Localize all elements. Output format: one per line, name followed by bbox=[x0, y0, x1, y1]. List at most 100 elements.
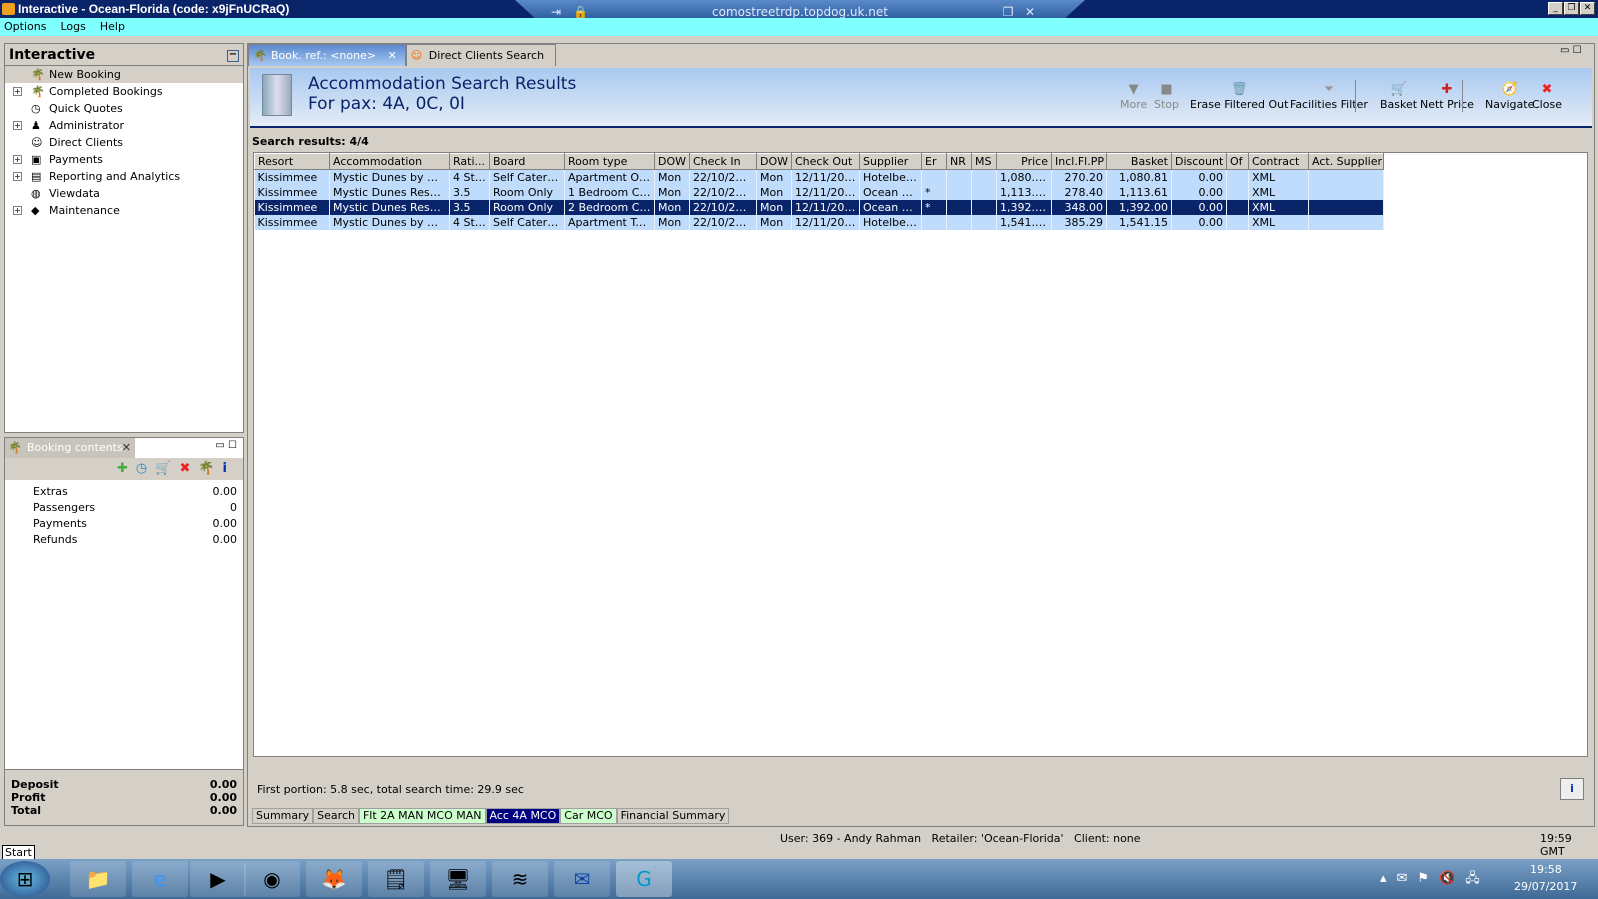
column-header[interactable]: DOW bbox=[756, 153, 792, 170]
expand-icon[interactable]: + bbox=[13, 87, 22, 96]
minimize-button[interactable]: _ bbox=[1548, 2, 1563, 15]
tab-summary[interactable]: Summary bbox=[252, 808, 314, 824]
nav-title: Interactive − bbox=[5, 44, 243, 66]
tray-icons[interactable]: ▴✉⚑🔇🖧 bbox=[1380, 869, 1490, 891]
media-player-icon[interactable]: ▶ bbox=[190, 861, 246, 897]
clock-icon[interactable]: ◷ bbox=[136, 461, 155, 476]
remote-desktop-icon[interactable]: 🖥 bbox=[430, 861, 486, 897]
palm-tree-icon[interactable]: 🌴 bbox=[198, 461, 222, 476]
table-cell: 1,113.61 bbox=[996, 184, 1052, 200]
tab-acc-4a-mco[interactable]: Acc 4A MCO bbox=[485, 808, 561, 824]
tab-flt-2a-man-mco-man[interactable]: Flt 2A MAN MCO MAN bbox=[358, 808, 486, 824]
menu-logs[interactable]: Logs bbox=[60, 18, 85, 36]
table-cell bbox=[971, 184, 997, 200]
nav-item[interactable]: + ▤ Reporting and Analytics bbox=[5, 168, 243, 185]
column-header[interactable]: Price bbox=[996, 153, 1052, 170]
stop-button[interactable]: ■ Stop bbox=[1154, 82, 1179, 111]
expand-icon[interactable]: + bbox=[13, 155, 22, 164]
tray-date[interactable]: 29/07/2017 bbox=[1514, 880, 1577, 893]
table-cell bbox=[971, 214, 997, 230]
sticky-notes-icon[interactable]: 🗒 bbox=[368, 861, 424, 897]
column-header[interactable]: Check Out bbox=[791, 153, 860, 170]
explorer-icon[interactable]: 📁 bbox=[70, 861, 126, 897]
booking-contents-tab[interactable]: 🌴 Booking contents ✕ bbox=[5, 438, 135, 458]
column-header[interactable]: Resort bbox=[254, 153, 330, 170]
basket-transfer-icon[interactable]: 🛒 bbox=[155, 461, 179, 476]
tab-search[interactable]: Search bbox=[313, 808, 359, 824]
column-header[interactable]: Rati... bbox=[449, 153, 490, 170]
close-window-button[interactable]: ✕ bbox=[1580, 2, 1595, 15]
nett-price-button[interactable]: ✚ Nett Price bbox=[1420, 82, 1474, 111]
navigate-button[interactable]: 🧭 Navigate bbox=[1485, 82, 1534, 111]
info-icon[interactable]: i bbox=[223, 461, 235, 476]
column-header[interactable]: Act. Supplier bbox=[1308, 153, 1384, 170]
menu-options[interactable]: Options bbox=[4, 18, 46, 36]
table-cell bbox=[1226, 214, 1249, 230]
nav-item[interactable]: + ▣ Payments bbox=[5, 151, 243, 168]
table-cell: 12/11/2018 bbox=[791, 184, 860, 200]
column-header[interactable]: NR bbox=[946, 153, 972, 170]
table-cell: Kissimmee bbox=[254, 184, 330, 200]
add-icon[interactable]: ✚ bbox=[117, 461, 136, 476]
column-header[interactable]: Check In bbox=[689, 153, 757, 170]
nav-item[interactable]: ◍ Viewdata bbox=[5, 185, 243, 202]
nav-item[interactable]: + ◆ Maintenance bbox=[5, 202, 243, 219]
column-header[interactable]: Er bbox=[921, 153, 947, 170]
table-row[interactable]: Kissimmee Mystic Dunes by Dia... 4 Stars Se… bbox=[254, 169, 1384, 185]
close-tab-icon[interactable]: ✕ bbox=[122, 438, 131, 458]
column-header[interactable]: Contract bbox=[1248, 153, 1309, 170]
outlook-icon[interactable]: ✉ bbox=[554, 861, 610, 897]
column-header[interactable]: DOW bbox=[654, 153, 690, 170]
chrome-icon[interactable]: ◉ bbox=[244, 861, 300, 897]
start-label[interactable]: Start bbox=[2, 845, 35, 860]
nav-item[interactable]: 🌴 New Booking bbox=[5, 66, 243, 83]
ie-icon[interactable]: e bbox=[132, 861, 188, 897]
panel-min-max[interactable]: ▭ ☐ bbox=[215, 440, 237, 451]
delete-icon[interactable]: ✖ bbox=[179, 461, 198, 476]
column-header[interactable]: Board bbox=[489, 153, 565, 170]
column-header[interactable]: Accommodation bbox=[329, 153, 450, 170]
expand-icon[interactable]: + bbox=[13, 121, 22, 130]
editor-min-max[interactable]: ▭ ☐ bbox=[1560, 45, 1582, 56]
table-row[interactable]: Kissimmee Mystic Dunes Resort ... 3.5 Room … bbox=[254, 199, 1384, 215]
expand-icon[interactable]: + bbox=[13, 206, 22, 215]
nav-item[interactable]: ◷ Quick Quotes bbox=[5, 100, 243, 117]
table-cell: Self Catering bbox=[489, 169, 565, 185]
close-button[interactable]: ✖ Close bbox=[1532, 82, 1562, 111]
column-header[interactable]: Incl.Fl.PP bbox=[1051, 153, 1107, 170]
column-header[interactable]: MS bbox=[971, 153, 997, 170]
expand-icon[interactable]: + bbox=[13, 172, 22, 181]
table-cell bbox=[1226, 199, 1249, 215]
menu-help[interactable]: Help bbox=[100, 18, 125, 36]
table-cell: Mon bbox=[654, 199, 690, 215]
tab-financial-summary[interactable]: Financial Summary bbox=[616, 808, 730, 824]
table-row[interactable]: Kissimmee Mystic Dunes Resort ... 3.5 Room … bbox=[254, 184, 1384, 200]
column-header[interactable]: Room type bbox=[564, 153, 655, 170]
erase-filtered-out-button[interactable]: 🗑 Erase Filtered Out bbox=[1190, 82, 1288, 111]
interactive-app-icon[interactable]: G bbox=[616, 861, 672, 897]
tray-time[interactable]: 19:58 bbox=[1530, 863, 1562, 876]
nav-item[interactable]: ☺ Direct Clients bbox=[5, 134, 243, 151]
column-header[interactable]: Basket bbox=[1106, 153, 1172, 170]
tab-car-mco[interactable]: Car MCO bbox=[560, 808, 617, 824]
booking-total: Profit 0.00 bbox=[5, 791, 243, 804]
column-header[interactable]: Supplier bbox=[859, 153, 922, 170]
facilities-filter-button[interactable]: ⏷ Facilities Filter bbox=[1290, 82, 1368, 111]
column-header[interactable]: Of bbox=[1226, 153, 1249, 170]
booking-row: Payments 0.00 bbox=[5, 516, 243, 532]
more-button[interactable]: ▼ More bbox=[1120, 82, 1147, 111]
close-tab-icon[interactable]: ✕ bbox=[388, 49, 397, 62]
windows-start-icon[interactable]: ⊞ bbox=[0, 861, 50, 897]
nav-item[interactable]: + ♟ Administrator bbox=[5, 117, 243, 134]
tab-direct-clients-search[interactable]: ☺ Direct Clients Search bbox=[405, 44, 556, 66]
tab-booking[interactable]: 🌴 Book. ref.: <none> ✕ bbox=[248, 44, 406, 66]
collapse-icon[interactable]: − bbox=[227, 50, 239, 62]
app-icon[interactable]: ≋ bbox=[492, 861, 548, 897]
info-button[interactable]: i bbox=[1560, 778, 1584, 800]
firefox-icon[interactable]: 🦊 bbox=[306, 861, 362, 897]
column-header[interactable]: Discount bbox=[1171, 153, 1227, 170]
restore-button[interactable]: ❐ bbox=[1564, 2, 1579, 15]
basket-button[interactable]: 🛒 Basket bbox=[1380, 82, 1417, 111]
table-row[interactable]: Kissimmee Mystic Dunes by Dia... 4 Stars Se… bbox=[254, 214, 1384, 230]
nav-item[interactable]: + 🌴 Completed Bookings bbox=[5, 83, 243, 100]
